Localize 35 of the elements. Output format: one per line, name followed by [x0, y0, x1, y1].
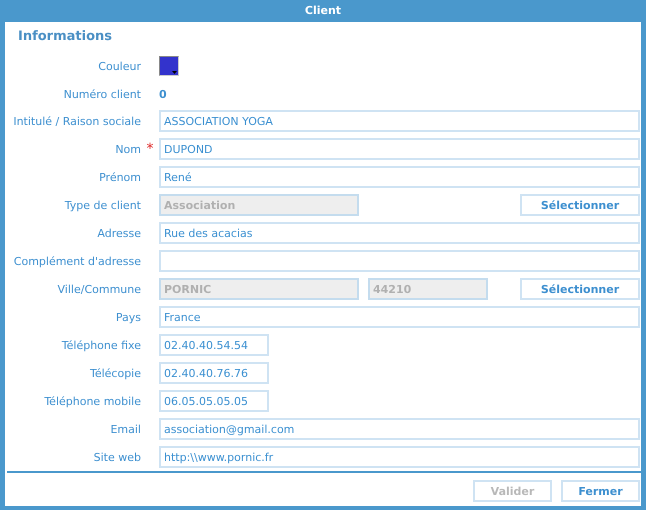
input-field[interactable]: France — [159, 306, 640, 328]
field-label: Email — [109, 422, 141, 436]
input-field[interactable] — [159, 250, 640, 272]
dialog-button[interactable]: Fermer — [561, 480, 640, 502]
input-field[interactable]: René — [159, 166, 640, 188]
field-label: Téléphone fixe — [60, 338, 141, 352]
input-field[interactable]: http:\\www.pornic.fr — [159, 446, 640, 468]
input-field[interactable]: 06.05.05.05.05 — [159, 390, 269, 412]
select-button[interactable]: Sélectionner — [520, 194, 640, 216]
field-label: Site web — [92, 450, 141, 464]
input-field[interactable]: 02.40.40.76.76 — [159, 362, 269, 384]
client-number: 0 — [159, 88, 167, 100]
select-button[interactable]: Sélectionner — [520, 278, 640, 300]
field-label: Télécopie — [88, 366, 141, 380]
field-label: Prénom — [98, 170, 141, 184]
input-field[interactable]: association@gmail.com — [159, 418, 640, 440]
field-label: Intitulé / Raison sociale — [12, 114, 141, 128]
window-title: Client — [304, 3, 342, 19]
input-field[interactable]: 02.40.40.54.54 — [159, 334, 269, 356]
field-label: Pays — [114, 310, 141, 324]
section-heading: Informations — [17, 28, 114, 46]
field-label: Complément d'adresse — [12, 254, 141, 268]
field-label: Téléphone mobile — [43, 394, 141, 408]
input-field[interactable]: DUPOND — [159, 138, 640, 160]
caret-icon — [172, 71, 177, 74]
field-label: Couleur — [97, 60, 141, 72]
input-field[interactable]: ASSOCIATION YOGA — [159, 110, 640, 132]
field-label: Adresse — [96, 226, 141, 240]
field-label: Type de client — [64, 198, 141, 212]
field-label: Ville/Commune — [56, 282, 141, 296]
input-field[interactable]: Rue des acacias — [159, 222, 640, 244]
required-mark: * — [146, 144, 154, 154]
color-picker[interactable] — [159, 56, 179, 76]
field-label: Nom — [114, 142, 141, 156]
field-label: Numéro client — [62, 88, 141, 100]
